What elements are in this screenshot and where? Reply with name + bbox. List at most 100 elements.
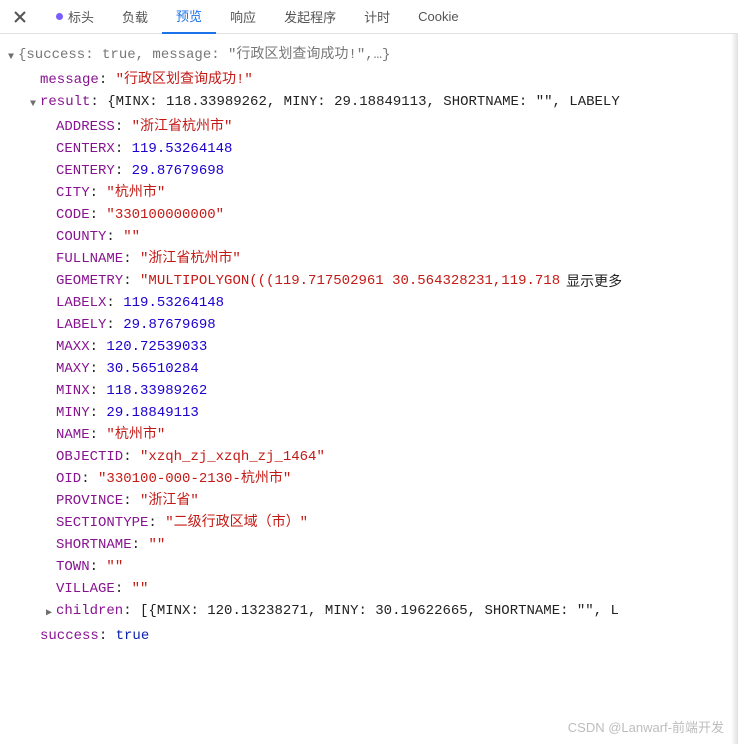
json-key: MINY: [56, 402, 90, 424]
prop-message[interactable]: message: "行政区划查询成功!": [6, 69, 732, 91]
prop-shortname[interactable]: SHORTNAME: "": [6, 534, 732, 556]
tab-label: 响应: [230, 7, 256, 26]
scrollbar[interactable]: [731, 34, 738, 744]
json-value: "行政区划查询成功!": [116, 69, 253, 91]
json-value: "MULTIPOLYGON(((119.717502961 30.5643282…: [140, 270, 560, 292]
prop-labely[interactable]: LABELY: 29.87679698: [6, 314, 732, 336]
expand-toggle-icon[interactable]: [44, 600, 54, 625]
json-key: LABELY: [56, 314, 106, 336]
tab-label: 标头: [68, 7, 94, 26]
json-value: "浙江省": [140, 490, 199, 512]
json-value: 29.87679698: [123, 314, 215, 336]
prop-address[interactable]: ADDRESS: "浙江省杭州市": [6, 116, 732, 138]
prop-city[interactable]: CITY: "杭州市": [6, 182, 732, 204]
json-value: "二级行政区域（市）": [165, 512, 308, 534]
tabs-bar: 标头 负载 预览 响应 发起程序 计时 Cookie: [0, 0, 738, 34]
json-key: GEOMETRY: [56, 270, 123, 292]
json-key: ADDRESS: [56, 116, 115, 138]
json-key: SHORTNAME: [56, 534, 132, 556]
json-key: CODE: [56, 204, 90, 226]
json-key: result: [40, 91, 90, 113]
json-key: CENTERX: [56, 138, 115, 160]
json-key: CENTERY: [56, 160, 115, 182]
tab-label: 预览: [176, 6, 202, 25]
json-value: 29.18849113: [106, 402, 198, 424]
json-key: success: [40, 625, 99, 647]
tab-initiator[interactable]: 发起程序: [270, 0, 350, 34]
prop-village[interactable]: VILLAGE: "": [6, 578, 732, 600]
json-key: SECTIONTYPE: [56, 512, 148, 534]
json-value: "杭州市": [106, 182, 165, 204]
json-value: "xzqh_zj_xzqh_zj_1464": [140, 446, 325, 468]
json-value: "330100000000": [106, 204, 224, 226]
json-key: COUNTY: [56, 226, 106, 248]
prop-objectid[interactable]: OBJECTID: "xzqh_zj_xzqh_zj_1464": [6, 446, 732, 468]
prop-province[interactable]: PROVINCE: "浙江省": [6, 490, 732, 512]
json-key: MAXX: [56, 336, 90, 358]
json-root[interactable]: {success: true, message: "行政区划查询成功!",…}: [6, 44, 732, 69]
prop-maxy[interactable]: MAXY: 30.56510284: [6, 358, 732, 380]
watermark: CSDN @Lanwarf-前端开发: [568, 717, 724, 736]
json-value: "杭州市": [106, 424, 165, 446]
json-value: "": [132, 578, 149, 600]
json-key: OBJECTID: [56, 446, 123, 468]
json-value: "": [123, 226, 140, 248]
prop-code[interactable]: CODE: "330100000000": [6, 204, 732, 226]
json-value: "": [106, 556, 123, 578]
tab-cookies[interactable]: Cookie: [404, 0, 472, 34]
json-value: "浙江省杭州市": [140, 248, 241, 270]
json-value: 120.72539033: [106, 336, 207, 358]
json-value: 119.53264148: [123, 292, 224, 314]
prop-name[interactable]: NAME: "杭州市": [6, 424, 732, 446]
json-key: FULLNAME: [56, 248, 123, 270]
json-key: message: [40, 69, 99, 91]
json-value: true: [116, 625, 150, 647]
tab-label: 负载: [122, 7, 148, 26]
tab-timing[interactable]: 计时: [350, 0, 404, 34]
close-button[interactable]: [8, 5, 32, 29]
root-preview: {success: true, message: "行政区划查询成功!",…}: [18, 44, 390, 66]
tab-payload[interactable]: 负载: [108, 0, 162, 34]
json-tree: {success: true, message: "行政区划查询成功!",…} …: [0, 34, 738, 657]
prop-labelx[interactable]: LABELX: 119.53264148: [6, 292, 732, 314]
indicator-dot-icon: [56, 13, 63, 20]
json-key: CITY: [56, 182, 90, 204]
prop-children[interactable]: children: [{MINX: 120.13238271, MINY: 30…: [6, 600, 732, 625]
prop-minx[interactable]: MINX: 118.33989262: [6, 380, 732, 402]
json-value: 30.56510284: [106, 358, 198, 380]
prop-town[interactable]: TOWN: "": [6, 556, 732, 578]
array-preview: [{MINX: 120.13238271, MINY: 30.19622665,…: [140, 600, 619, 622]
json-value: "浙江省杭州市": [132, 116, 233, 138]
expand-toggle-icon[interactable]: [6, 44, 16, 69]
prop-centerx[interactable]: CENTERX: 119.53264148: [6, 138, 732, 160]
json-value: 29.87679698: [132, 160, 224, 182]
json-key: children: [56, 600, 123, 622]
json-key: MAXY: [56, 358, 90, 380]
tab-label: 发起程序: [284, 7, 336, 26]
json-key: NAME: [56, 424, 90, 446]
prop-miny[interactable]: MINY: 29.18849113: [6, 402, 732, 424]
tab-response[interactable]: 响应: [216, 0, 270, 34]
json-value: 118.33989262: [106, 380, 207, 402]
prop-maxx[interactable]: MAXX: 120.72539033: [6, 336, 732, 358]
tab-headers[interactable]: 标头: [42, 0, 108, 34]
prop-fullname[interactable]: FULLNAME: "浙江省杭州市": [6, 248, 732, 270]
tab-label: Cookie: [418, 9, 458, 24]
prop-geometry[interactable]: GEOMETRY: "MULTIPOLYGON(((119.717502961 …: [6, 270, 732, 292]
prop-centery[interactable]: CENTERY: 29.87679698: [6, 160, 732, 182]
prop-success[interactable]: success: true: [6, 625, 732, 647]
expand-toggle-icon[interactable]: [28, 91, 38, 116]
prop-sectiontype[interactable]: SECTIONTYPE: "二级行政区域（市）": [6, 512, 732, 534]
json-key: OID: [56, 468, 81, 490]
prop-oid[interactable]: OID: "330100-000-2130-杭州市": [6, 468, 732, 490]
prop-result[interactable]: result: {MINX: 118.33989262, MINY: 29.18…: [6, 91, 732, 116]
json-value: "330100-000-2130-杭州市": [98, 468, 291, 490]
json-key: TOWN: [56, 556, 90, 578]
prop-county[interactable]: COUNTY: "": [6, 226, 732, 248]
json-key: LABELX: [56, 292, 106, 314]
json-key: MINX: [56, 380, 90, 402]
json-value: "": [148, 534, 165, 556]
show-more-link[interactable]: 显示更多: [560, 270, 622, 292]
json-key: VILLAGE: [56, 578, 115, 600]
tab-preview[interactable]: 预览: [162, 0, 216, 34]
